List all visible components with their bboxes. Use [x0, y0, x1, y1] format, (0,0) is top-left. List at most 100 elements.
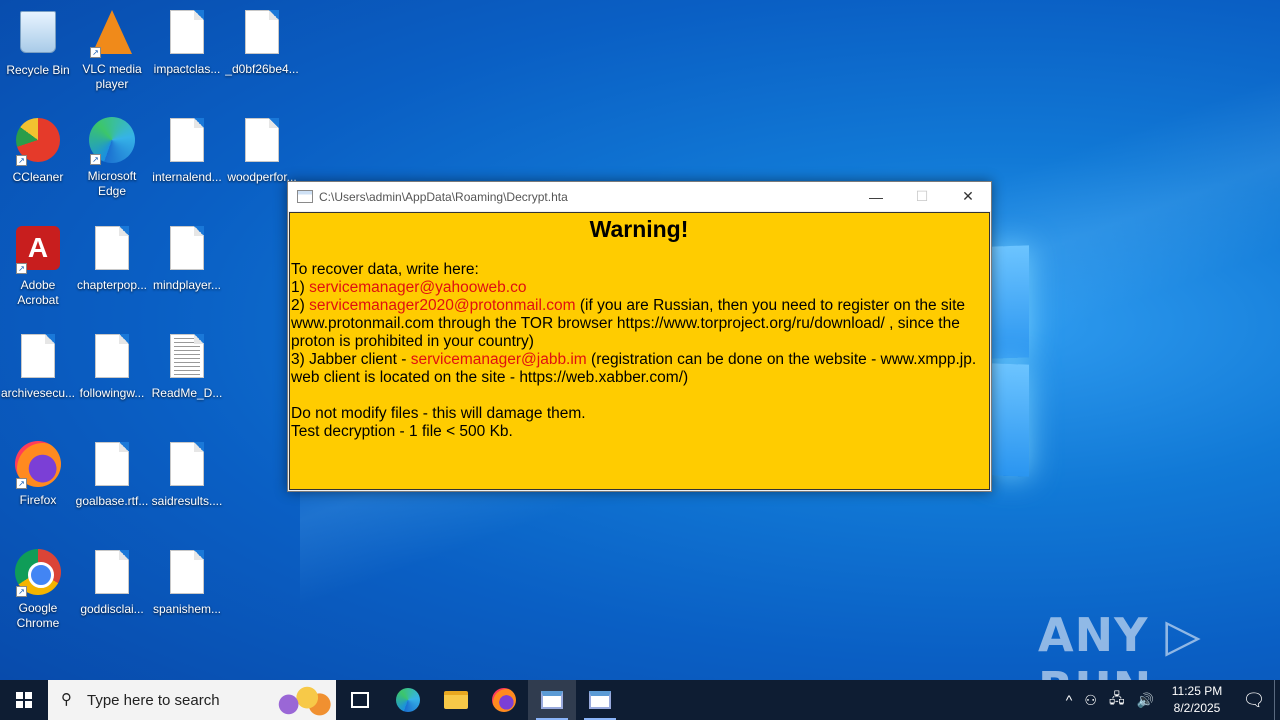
shortcut-arrow-icon: ↗ — [16, 478, 27, 489]
search-placeholder: Type here to search — [87, 691, 220, 709]
intro-text: To recover data, write here: — [291, 261, 479, 278]
file-icon — [170, 118, 204, 162]
notification-center-button[interactable]: 🗨 — [1234, 680, 1274, 720]
note-modify: Do not modify files - this will damage t… — [291, 405, 586, 422]
close-button[interactable]: ✕ — [945, 182, 991, 211]
firefox-icon — [492, 688, 516, 712]
line-prefix: 2) — [291, 297, 310, 314]
shortcut-arrow-icon: ↗ — [16, 155, 27, 166]
desktop-icon-label: goddisclai... — [80, 602, 144, 616]
desktop-icon-label: VLC media player — [82, 62, 142, 91]
show-hidden-icons-chevron-icon[interactable]: ^ — [1066, 692, 1073, 708]
desktop-icon-file[interactable]: followingw... — [74, 332, 150, 401]
desktop-icon-label: impactclas... — [153, 62, 221, 76]
desktop-icon-chrome[interactable]: ↗ Google Chrome — [0, 548, 76, 631]
contact-line-2: 2) servicemanager2020@protonmail.com (if… — [291, 297, 987, 351]
taskbar: ⚲ Type here to search ^ ⚇ 🖧 🔊 11:25 PM 8… — [0, 680, 1280, 720]
shortcut-arrow-icon: ↗ — [90, 154, 101, 165]
taskbar-file-explorer-button[interactable] — [432, 680, 480, 720]
line-prefix: 1) — [291, 279, 310, 296]
hta-app-icon — [589, 691, 611, 709]
search-highlight-decoration-icon — [270, 684, 332, 718]
taskbar-hta-button-active[interactable] — [528, 680, 576, 720]
desktop-icon-recycle-bin[interactable]: Recycle Bin — [0, 8, 76, 78]
desktop-icon-firefox[interactable]: ↗ Firefox — [0, 440, 76, 508]
meet-now-icon[interactable]: ⚇ — [1084, 692, 1097, 709]
desktop-icon-label: spanishem... — [152, 602, 222, 616]
desktop-icon-file[interactable]: archivesecu... — [0, 332, 76, 401]
windows-logo-wallpaper — [992, 240, 1032, 480]
file-icon — [170, 10, 204, 54]
desktop-icon-file[interactable]: woodperfor... — [224, 116, 300, 185]
ransom-note: Warning! To recover data, write here: 1)… — [289, 212, 990, 490]
clock-date: 8/2/2025 — [1173, 701, 1221, 715]
desktop-icon-label: Google Chrome — [16, 601, 60, 630]
desktop-icon-label: Adobe Acrobat — [17, 278, 59, 307]
shortcut-arrow-icon: ↗ — [16, 586, 27, 597]
desktop-icon-acrobat[interactable]: A ↗ Adobe Acrobat — [0, 224, 76, 308]
text-file-icon — [170, 334, 204, 378]
shortcut-arrow-icon: ↗ — [16, 263, 27, 274]
desktop-icon-label: _d0bf26be4... — [225, 62, 299, 76]
file-icon — [170, 226, 204, 270]
email-yahooweb: servicemanager@yahooweb.co — [309, 279, 527, 296]
window-app-icon — [297, 190, 313, 203]
desktop-icon-label: Microsoft Edge — [87, 169, 137, 198]
desktop-icon-file[interactable]: mindplayer... — [149, 224, 225, 293]
shortcut-arrow-icon: ↗ — [90, 47, 101, 58]
desktop-icon-label: CCleaner — [12, 170, 64, 184]
notification-icon: 🗨 — [1242, 689, 1266, 710]
taskbar-hta-button[interactable] — [576, 680, 624, 720]
desktop-icon-file[interactable]: goddisclai... — [74, 548, 150, 617]
desktop-icon-label: followingw... — [79, 386, 145, 400]
desktop-icon-label: internalend... — [152, 170, 222, 184]
maximize-button[interactable]: ☐ — [899, 182, 945, 211]
note-test-decryption: Test decryption - 1 file < 500 Kb. — [291, 423, 513, 440]
desktop-icon-file[interactable]: goalbase.rtf... — [74, 440, 150, 509]
desktop-icon-vlc[interactable]: ↗ VLC media player — [74, 8, 150, 92]
desktop-icon-file[interactable]: saidresults.... — [149, 440, 225, 509]
desktop-icon-edge[interactable]: ↗ Microsoft Edge — [74, 116, 150, 199]
desktop-icon-file[interactable]: spanishem... — [149, 548, 225, 617]
contact-line-3: 3) Jabber client - servicemanager@jabb.i… — [291, 351, 987, 387]
desktop-icon-file[interactable]: internalend... — [149, 116, 225, 185]
volume-icon[interactable]: 🔊 — [1137, 692, 1154, 709]
windows-start-icon — [16, 692, 32, 708]
taskbar-edge-button[interactable] — [384, 680, 432, 720]
desktop-icon-file[interactable]: _d0bf26be4... — [224, 8, 300, 77]
desktop-icon-label: Recycle Bin — [6, 63, 70, 77]
warning-heading: Warning! — [589, 216, 689, 242]
desktop-icon-label: chapterpop... — [76, 278, 148, 292]
email-protonmail: servicemanager2020@protonmail.com — [309, 297, 576, 314]
desktop-icon-label: ReadMe_D... — [151, 386, 223, 400]
minimize-button[interactable]: — — [853, 182, 899, 211]
taskbar-clock[interactable]: 11:25 PM 8/2/2025 — [1160, 683, 1234, 717]
taskbar-firefox-button[interactable] — [480, 680, 528, 720]
clock-time: 11:25 PM — [1171, 684, 1223, 698]
network-icon[interactable]: 🖧 — [1109, 688, 1125, 712]
file-icon — [95, 550, 129, 594]
desktop-icon-label: Firefox — [19, 493, 57, 507]
taskbar-search-box[interactable]: ⚲ Type here to search — [48, 680, 336, 720]
file-icon — [170, 550, 204, 594]
recycle-bin-icon — [20, 11, 56, 53]
task-view-button[interactable] — [336, 680, 384, 720]
line-prefix: 3) Jabber client - — [291, 351, 411, 368]
file-icon — [95, 334, 129, 378]
start-button[interactable] — [0, 680, 48, 720]
hta-window[interactable]: C:\Users\admin\AppData\Roaming\Decrypt.h… — [287, 181, 992, 492]
system-tray: ^ ⚇ 🖧 🔊 — [1060, 688, 1160, 712]
desktop-icon-readme[interactable]: ReadMe_D... — [149, 332, 225, 401]
file-icon — [245, 118, 279, 162]
window-titlebar[interactable]: C:\Users\admin\AppData\Roaming\Decrypt.h… — [288, 182, 991, 211]
desktop-icon-file[interactable]: chapterpop... — [74, 224, 150, 293]
desktop-icon-ccleaner[interactable]: ↗ CCleaner — [0, 116, 76, 185]
desktop-icon-label: mindplayer... — [152, 278, 222, 292]
window-title: C:\Users\admin\AppData\Roaming\Decrypt.h… — [319, 189, 568, 204]
search-icon: ⚲ — [61, 691, 72, 708]
file-icon — [95, 226, 129, 270]
desktop-icon-file[interactable]: impactclas... — [149, 8, 225, 77]
desktop-icon-label: goalbase.rtf... — [75, 494, 149, 508]
file-icon — [21, 334, 55, 378]
show-desktop-button[interactable] — [1274, 680, 1280, 720]
